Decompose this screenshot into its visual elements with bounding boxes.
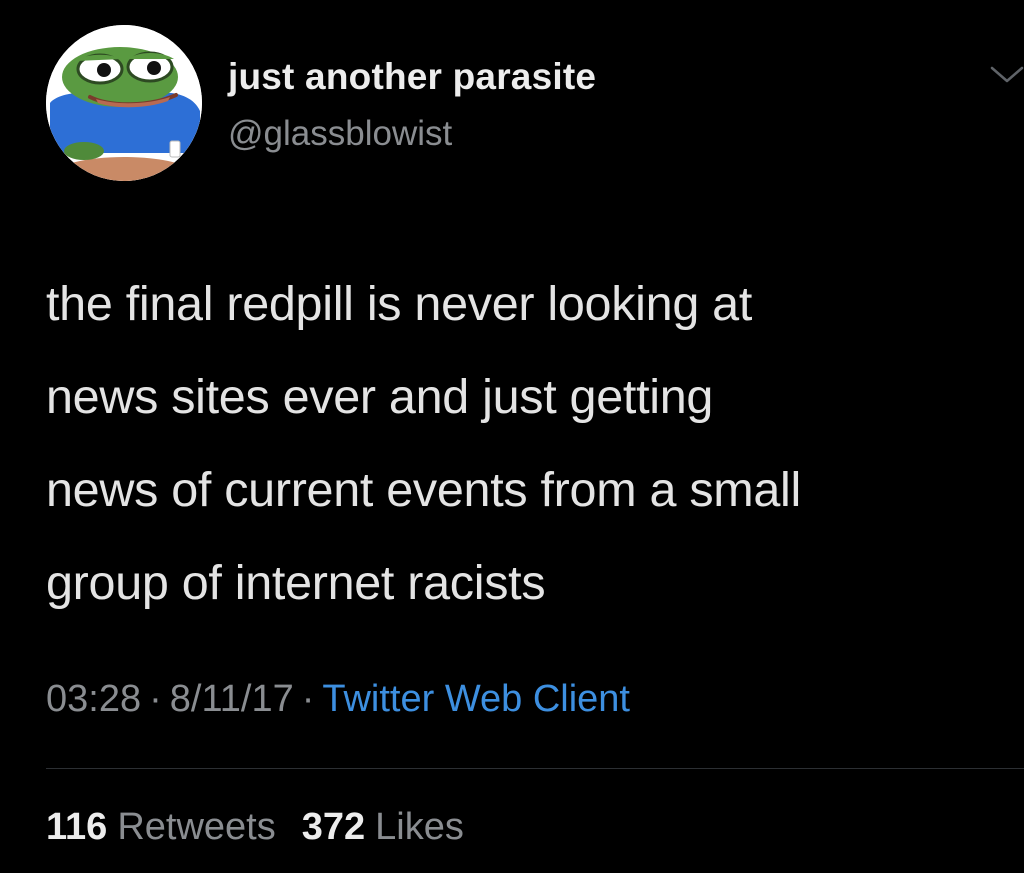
user-avatar[interactable] xyxy=(46,25,202,181)
tweet-menu-button[interactable] xyxy=(990,64,1024,86)
likes-label: Likes xyxy=(375,806,464,848)
likes-count: 372 xyxy=(301,806,366,848)
tweet-metadata: 03:28 · 8/11/17 · Twitter Web Client xyxy=(46,678,630,721)
chevron-down-icon xyxy=(990,66,1024,83)
tweet-text-line: the final redpill is never looking at xyxy=(46,277,753,331)
frog-avatar-icon xyxy=(46,25,202,181)
meta-separator: · xyxy=(301,678,315,720)
meta-separator: · xyxy=(149,678,162,720)
tweet-card: just another parasite @glassblowist the … xyxy=(0,0,1024,873)
tweet-stats: 116 Retweets 372 Likes xyxy=(46,806,464,849)
likes-stat[interactable]: 372 Likes xyxy=(302,806,464,848)
retweets-count: 116 xyxy=(46,806,108,848)
tweet-text-line: news sites ever and just getting xyxy=(46,370,714,424)
display-name[interactable]: just another parasite xyxy=(228,56,596,98)
tweet-text-line: group of internet racists xyxy=(46,556,546,610)
tweet-text: the final redpill is never looking at ne… xyxy=(46,258,1021,630)
tweet-date[interactable]: 8/11/17 xyxy=(170,678,294,720)
divider xyxy=(46,768,1024,769)
retweets-label: Retweets xyxy=(117,806,276,848)
tweet-text-line: news of current events from a small xyxy=(46,463,802,517)
tweet-client-link[interactable]: Twitter Web Client xyxy=(322,678,630,720)
tweet-time[interactable]: 03:28 xyxy=(46,678,141,720)
retweets-stat[interactable]: 116 Retweets xyxy=(46,806,276,848)
user-handle[interactable]: @glassblowist xyxy=(228,114,452,154)
